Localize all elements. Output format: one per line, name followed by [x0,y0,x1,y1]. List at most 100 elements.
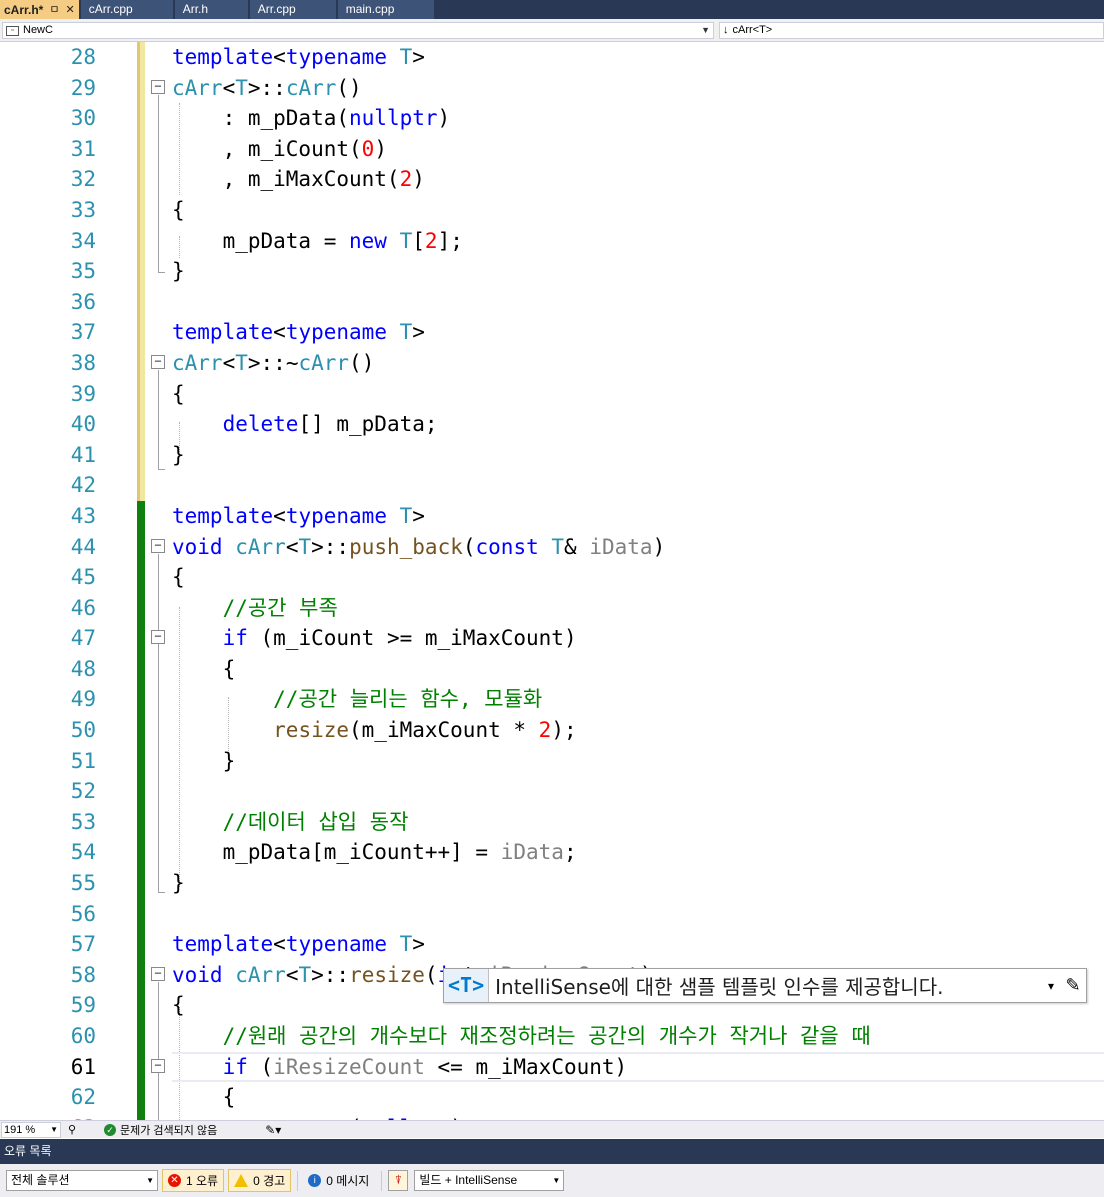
code-token: cArr [172,75,223,100]
code-line[interactable]: } [172,256,1104,287]
line-number: 61 [70,1054,96,1079]
code-line[interactable]: { [172,654,1104,685]
tab-label: main.cpp [345,2,395,16]
build-source-dropdown[interactable]: 빌드 + IntelliSense ▼ [414,1170,565,1191]
intellisense-template-bar[interactable]: <T> IntelliSense에 대한 샘플 템플릿 인수를 제공합니다. ▾… [443,968,1087,1003]
code-token: ( [424,962,438,987]
chevron-down-icon: ▼ [701,25,710,35]
code-line[interactable]: } [172,746,1104,777]
code-text-area[interactable]: template<typename T> cArr<T>::cArr() : m_… [172,42,1104,1120]
code-line[interactable] [172,287,1104,318]
code-token: nullptr [349,106,438,131]
build-source-value: 빌드 + IntelliSense [419,1173,518,1187]
code-line[interactable] [172,899,1104,930]
line-number: 49 [70,687,96,712]
warnings-filter-button[interactable]: 0 경고 [228,1169,292,1192]
pin-icon[interactable]: ㅁ [49,1,59,19]
code-line[interactable]: //공간 늘리는 함수, 모듈화 [172,684,1104,715]
chevron-down-icon: ▼ [552,1176,561,1185]
code-line[interactable]: } [172,868,1104,899]
code-line[interactable]: assert(nullptr); [172,1113,1104,1120]
code-line[interactable]: cArr<T>::~cArr() [172,348,1104,379]
messages-filter-button[interactable]: i 0 메시지 [302,1169,375,1192]
code-token: ); [551,718,577,743]
issues-status[interactable]: 문제가 검색되지 않음 [120,1122,217,1138]
code-health-icon[interactable]: ⚲ [64,1123,80,1136]
code-line[interactable] [172,776,1104,807]
tab-main-cpp[interactable]: main.cpp [337,0,434,19]
code-line[interactable]: template<typename T> [172,42,1104,73]
tab-arr-h[interactable]: Arr.h [174,0,248,19]
edit-pencil-icon[interactable]: ✎ [1060,975,1086,996]
selection-margin[interactable] [0,42,34,1120]
collapse-icon[interactable]: − [151,80,165,94]
collapse-icon[interactable]: − [151,630,165,644]
code-token: T [235,75,248,100]
saved-change-bar [137,501,145,1120]
filter-icon[interactable]: ⍒ [388,1170,409,1191]
template-tag[interactable]: <T> [444,969,490,1002]
line-number: 54 [70,840,96,865]
info-icon: i [308,1174,322,1187]
project-scope-dropdown[interactable]: ▫ NewC ▼ [2,22,714,39]
code-token: ) [374,136,387,161]
code-line[interactable]: template<typename T> [172,501,1104,532]
scope-filter-dropdown[interactable]: 전체 솔루션 ▼ [6,1170,158,1191]
code-token: () [336,75,362,100]
collapse-icon[interactable]: − [151,967,165,981]
code-token: T [399,932,413,957]
code-editor[interactable]: 28 29 30 31 32 33 34 35 36 37 38 39 40 41 42 43 44 45 46 47… [0,42,1104,1120]
code-line[interactable]: resize(m_iMaxCount * 2); [172,715,1104,746]
code-line[interactable]: void cArr<T>::push_back(const T& iData) [172,532,1104,563]
code-line[interactable]: m_pData = new T[2]; [172,226,1104,257]
code-line[interactable] [172,470,1104,501]
code-token: m_pData = [172,228,350,253]
code-token: ) [652,534,666,559]
tab-label: Arr.h [182,2,209,16]
code-line[interactable]: { [172,1082,1104,1113]
code-token: > [412,320,425,345]
code-token: //데이터 삽입 동작 [222,809,409,834]
code-line[interactable]: //공간 부족 [172,593,1104,624]
code-line[interactable]: m_pData[m_iCount++] = iData; [172,837,1104,868]
member-dropdown[interactable]: ↓ cArr<T> [719,22,1104,39]
tab-label: cArr.h* [4,2,44,17]
code-line[interactable]: if (m_iCount >= m_iMaxCount) [172,623,1104,654]
code-line[interactable]: { [172,562,1104,593]
zoom-dropdown[interactable]: 191 % ▼ [1,1121,61,1138]
code-token: template [172,320,274,345]
close-icon[interactable]: ✕ [65,1,74,19]
collapse-icon[interactable]: − [151,355,165,369]
code-cleanup-icon[interactable]: ✎▾ [265,1123,281,1137]
code-line[interactable]: { [172,195,1104,226]
code-token: //공간 부족 [222,595,338,620]
code-line[interactable]: : m_pData(nullptr) [172,103,1104,134]
code-token: 2 [424,228,438,253]
chevron-down-icon[interactable]: ▾ [1042,979,1060,993]
code-token: } [172,259,185,284]
tab-carr-cpp[interactable]: cArr.cpp [80,0,173,19]
zoom-value: 191 % [4,1123,36,1136]
code-line[interactable]: template<typename T> [172,317,1104,348]
collapse-icon[interactable]: − [151,539,165,553]
code-line[interactable]: if (iResizeCount <= m_iMaxCount) [172,1051,1104,1083]
code-line[interactable]: , m_iMaxCount(2) [172,164,1104,195]
tab-carr-h[interactable]: cArr.h* ㅁ ✕ [0,0,79,19]
code-line[interactable]: cArr<T>::cArr() [172,73,1104,104]
errors-filter-button[interactable]: ✕ 1 오류 [162,1169,225,1192]
collapse-icon[interactable]: − [151,1059,165,1073]
error-list-title: 오류 목록 [0,1139,1104,1164]
code-line[interactable]: template<typename T> [172,929,1104,960]
code-line[interactable]: //원래 공간의 개수보다 재조정하려는 공간의 개수가 작거나 같을 때 [172,1021,1104,1052]
code-line[interactable]: } [172,440,1104,471]
line-number: 47 [70,626,96,651]
tab-arr-cpp[interactable]: Arr.cpp [249,0,336,19]
code-line[interactable]: , m_iCount(0) [172,134,1104,165]
line-number: 28 [70,45,96,69]
code-line[interactable]: delete[] m_pData; [172,409,1104,440]
code-line[interactable]: //데이터 삽입 동작 [172,807,1104,838]
code-line[interactable]: { [172,379,1104,410]
outline-line [158,554,159,892]
